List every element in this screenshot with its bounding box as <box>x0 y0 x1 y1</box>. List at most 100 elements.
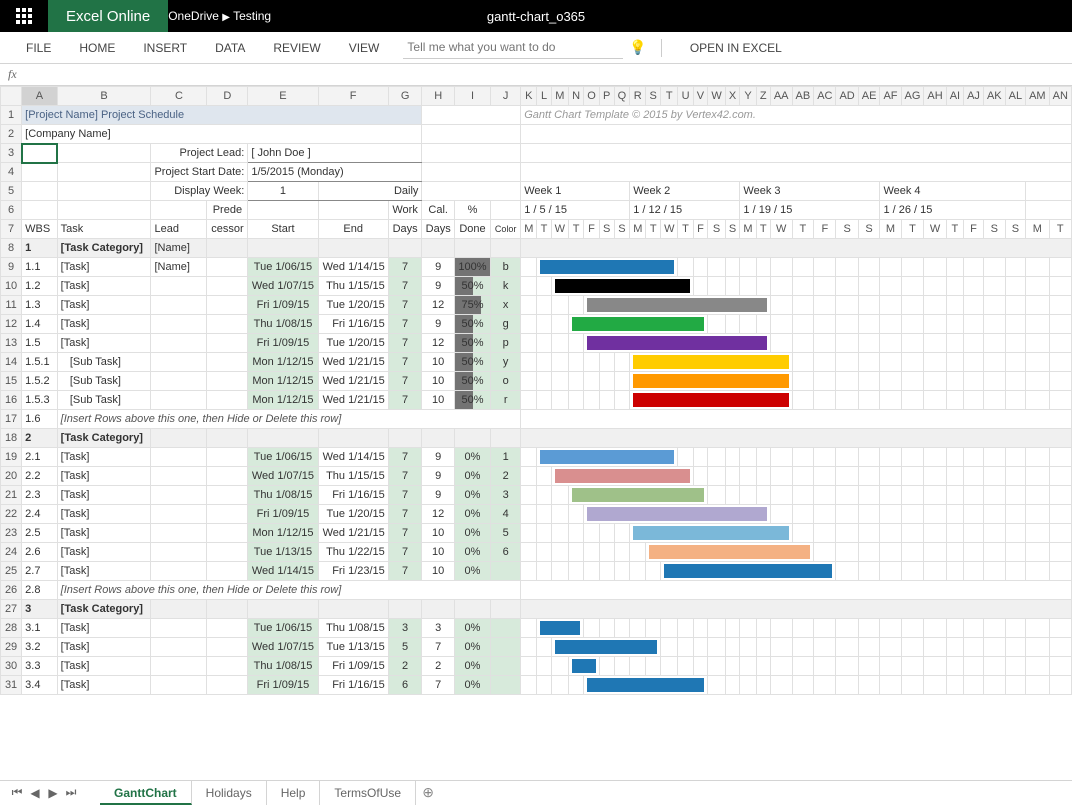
ribbon-tab-view[interactable]: VIEW <box>335 32 394 64</box>
color-cell[interactable] <box>491 638 521 657</box>
note-cell[interactable]: [Insert Rows above this one, then Hide o… <box>57 410 521 429</box>
pred-cell[interactable] <box>207 562 248 581</box>
done-cell[interactable]: 0% <box>454 657 490 676</box>
pred-cell[interactable] <box>207 448 248 467</box>
workdays-cell[interactable]: 3 <box>388 619 422 638</box>
pred-cell[interactable] <box>207 372 248 391</box>
wbs-cell[interactable]: 1.3 <box>22 296 58 315</box>
wbs-cell[interactable]: 1 <box>22 239 58 258</box>
row-header-8[interactable]: 8 <box>1 239 22 258</box>
row-header-26[interactable]: 26 <box>1 581 22 600</box>
column-header-V[interactable]: V <box>693 87 708 106</box>
end-cell[interactable]: Fri 1/16/15 <box>318 486 388 505</box>
done-cell[interactable]: 0% <box>454 505 490 524</box>
sheet-tab-help[interactable]: Help <box>267 781 321 805</box>
sheet-nav-last-icon[interactable]: ⏭ <box>62 785 80 800</box>
sheet-nav-prev-icon[interactable]: ◀ <box>26 786 44 800</box>
task-cell[interactable]: [Sub Task] <box>57 391 151 410</box>
caldays-cell[interactable]: 10 <box>422 543 454 562</box>
column-header-AI[interactable]: AI <box>946 87 963 106</box>
row-header-12[interactable]: 12 <box>1 315 22 334</box>
end-cell[interactable]: Tue 1/20/15 <box>318 334 388 353</box>
column-header-A[interactable]: A <box>22 87 58 106</box>
task-cell[interactable]: [Task] <box>57 258 151 277</box>
pred-cell[interactable] <box>207 391 248 410</box>
caldays-cell[interactable]: 9 <box>422 277 454 296</box>
breadcrumb-folder[interactable]: Testing <box>233 9 271 23</box>
color-cell[interactable]: p <box>491 334 521 353</box>
column-header-X[interactable]: X <box>725 87 740 106</box>
column-header-AK[interactable]: AK <box>983 87 1005 106</box>
column-header-AB[interactable]: AB <box>792 87 814 106</box>
pred-cell[interactable] <box>207 676 248 695</box>
lead-cell[interactable] <box>151 429 207 448</box>
column-header-AD[interactable]: AD <box>836 87 858 106</box>
row-header-17[interactable]: 17 <box>1 410 22 429</box>
column-header-Z[interactable]: Z <box>756 87 770 106</box>
lead-cell[interactable] <box>151 277 207 296</box>
task-cell[interactable]: [Task] <box>57 467 151 486</box>
caldays-cell[interactable]: 9 <box>422 315 454 334</box>
pred-cell[interactable] <box>207 486 248 505</box>
lead-cell[interactable] <box>151 448 207 467</box>
done-cell[interactable]: 100% <box>454 258 490 277</box>
start-cell[interactable]: Wed 1/14/15 <box>248 562 318 581</box>
wbs-cell[interactable]: 3 <box>22 600 58 619</box>
caldays-cell[interactable]: 10 <box>422 562 454 581</box>
caldays-cell[interactable]: 2 <box>422 657 454 676</box>
task-cell[interactable]: [Sub Task] <box>57 353 151 372</box>
wbs-cell[interactable]: 3.3 <box>22 657 58 676</box>
start-date-value[interactable]: 1/5/2015 (Monday) <box>248 163 422 182</box>
done-cell[interactable]: 0% <box>454 676 490 695</box>
sheet-nav-first-icon[interactable]: ⏮ <box>8 785 26 800</box>
row-header-1[interactable]: 1 <box>1 106 22 125</box>
color-cell[interactable]: y <box>491 353 521 372</box>
end-cell[interactable]: Wed 1/21/15 <box>318 353 388 372</box>
done-cell[interactable]: 0% <box>454 486 490 505</box>
start-cell[interactable]: Wed 1/07/15 <box>248 467 318 486</box>
caldays-cell[interactable]: 12 <box>422 296 454 315</box>
start-cell[interactable]: Wed 1/07/15 <box>248 638 318 657</box>
start-cell[interactable]: Wed 1/07/15 <box>248 277 318 296</box>
column-header-Q[interactable]: Q <box>614 87 630 106</box>
wbs-cell[interactable]: 2.5 <box>22 524 58 543</box>
workdays-cell[interactable]: 7 <box>388 296 422 315</box>
task-cell[interactable]: [Task] <box>57 296 151 315</box>
done-cell[interactable]: 50% <box>454 315 490 334</box>
workdays-cell[interactable]: 7 <box>388 277 422 296</box>
wbs-cell[interactable]: 3.2 <box>22 638 58 657</box>
workdays-cell[interactable]: 6 <box>388 676 422 695</box>
task-cell[interactable]: [Task] <box>57 562 151 581</box>
color-cell[interactable] <box>491 676 521 695</box>
end-cell[interactable]: Wed 1/21/15 <box>318 524 388 543</box>
caldays-cell[interactable]: 9 <box>422 486 454 505</box>
wbs-cell[interactable]: 1.4 <box>22 315 58 334</box>
task-cell[interactable]: [Task] <box>57 486 151 505</box>
end-cell[interactable]: Tue 1/20/15 <box>318 296 388 315</box>
done-cell[interactable]: 0% <box>454 543 490 562</box>
row-header-24[interactable]: 24 <box>1 543 22 562</box>
lead-cell[interactable] <box>151 353 207 372</box>
caldays-cell[interactable]: 9 <box>422 448 454 467</box>
column-header-AF[interactable]: AF <box>880 87 901 106</box>
done-cell[interactable]: 0% <box>454 467 490 486</box>
color-cell[interactable]: 1 <box>491 448 521 467</box>
pred-cell[interactable] <box>207 505 248 524</box>
column-header-P[interactable]: P <box>599 87 614 106</box>
start-cell[interactable]: Mon 1/12/15 <box>248 524 318 543</box>
caldays-cell[interactable]: 10 <box>422 372 454 391</box>
column-header-S[interactable]: S <box>646 87 661 106</box>
row-header-23[interactable]: 23 <box>1 524 22 543</box>
row-header-20[interactable]: 20 <box>1 467 22 486</box>
wbs-cell[interactable]: 1.5 <box>22 334 58 353</box>
row-header-11[interactable]: 11 <box>1 296 22 315</box>
lead-cell[interactable] <box>151 467 207 486</box>
wbs-cell[interactable]: 2.7 <box>22 562 58 581</box>
task-cell[interactable]: [Task] <box>57 638 151 657</box>
workdays-cell[interactable]: 7 <box>388 467 422 486</box>
end-cell[interactable]: Thu 1/08/15 <box>318 619 388 638</box>
caldays-cell[interactable]: 7 <box>422 676 454 695</box>
row-header-6[interactable]: 6 <box>1 201 22 220</box>
color-cell[interactable]: g <box>491 315 521 334</box>
lead-cell[interactable] <box>151 334 207 353</box>
